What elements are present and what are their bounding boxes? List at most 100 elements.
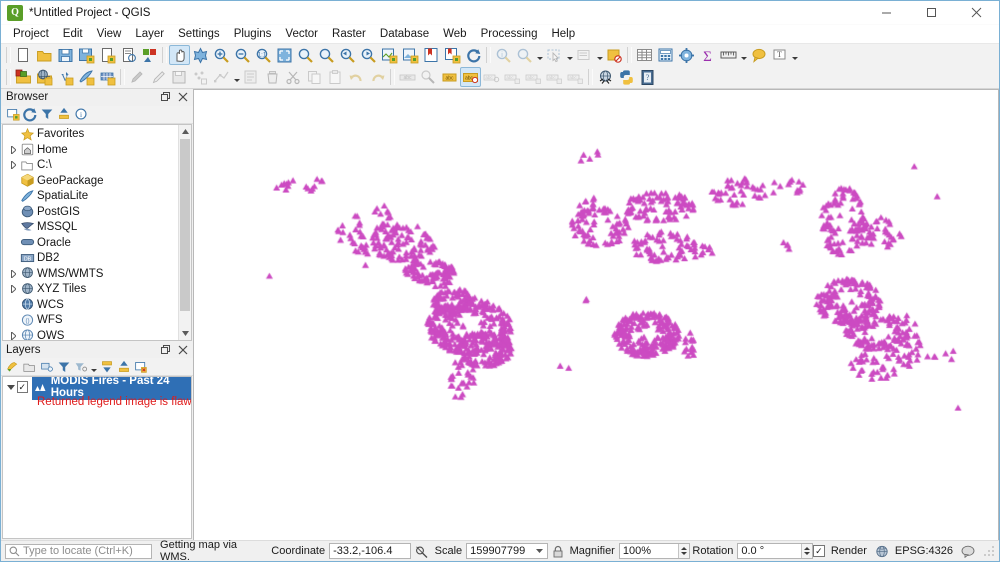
collapse-all-icon[interactable] xyxy=(115,358,132,375)
coordinate-input[interactable]: -33.2,-106.4 xyxy=(329,543,411,559)
browser-item-home[interactable]: Home xyxy=(3,142,191,158)
redo-icon[interactable] xyxy=(367,67,388,87)
topology-checker-icon[interactable]: abc xyxy=(439,67,460,87)
processing-toolbox-icon[interactable] xyxy=(676,45,697,65)
browser-item-geopackage[interactable]: GeoPackage xyxy=(3,173,191,189)
menu-item-layer[interactable]: Layer xyxy=(128,25,171,43)
new-3d-map-view-icon[interactable] xyxy=(400,45,421,65)
close-button[interactable] xyxy=(954,1,999,25)
save-project-as-icon[interactable] xyxy=(76,45,97,65)
browser-item-c[interactable]: C:\ xyxy=(3,158,191,174)
add-spatialite-layer-icon[interactable] xyxy=(76,67,97,87)
measure-dropdown-arrow[interactable] xyxy=(739,45,748,65)
georeferencer-icon[interactable]: abc xyxy=(397,67,418,87)
browser-item-ows[interactable]: OWS xyxy=(3,328,191,340)
select-features-icon[interactable] xyxy=(544,45,565,65)
add-wms-icon[interactable]: abc xyxy=(502,67,523,87)
zoom-out-icon[interactable] xyxy=(232,45,253,65)
zoom-next-icon[interactable] xyxy=(358,45,379,65)
add-xyz-icon[interactable]: abc xyxy=(565,67,586,87)
offline-editing-icon[interactable] xyxy=(418,67,439,87)
chevron-right-icon[interactable] xyxy=(7,329,19,340)
select-value-icon[interactable] xyxy=(604,45,625,65)
resize-grip[interactable] xyxy=(983,545,995,557)
menu-item-raster[interactable]: Raster xyxy=(325,25,373,43)
field-calculator-icon[interactable] xyxy=(655,45,676,65)
filter-legend-expression-icon[interactable] xyxy=(72,358,89,375)
open-attribute-table-icon[interactable] xyxy=(634,45,655,65)
browser-item-spatialite[interactable]: SpatiaLite xyxy=(3,189,191,205)
render-checkbox[interactable]: ✓ xyxy=(812,545,825,557)
vertex-tool-icon[interactable] xyxy=(211,67,232,87)
new-map-view-icon[interactable] xyxy=(379,45,400,65)
layers-tree[interactable]: ✓ MODIS Fires - Past 24 Hours Returned l… xyxy=(2,376,192,539)
menu-item-help[interactable]: Help xyxy=(544,25,582,43)
new-bookmark-icon[interactable] xyxy=(442,45,463,65)
menu-item-edit[interactable]: Edit xyxy=(56,25,90,43)
zoom-selection-icon[interactable] xyxy=(295,45,316,65)
modify-attributes-icon[interactable] xyxy=(241,67,262,87)
messages-icon[interactable] xyxy=(961,545,975,558)
maximize-button[interactable] xyxy=(909,1,954,25)
add-wcs-icon[interactable]: abc xyxy=(544,67,565,87)
current-edits-icon[interactable] xyxy=(127,67,148,87)
add-vector-layer-icon[interactable]: V xyxy=(55,67,76,87)
refresh-icon[interactable] xyxy=(463,45,484,65)
browser-item-oracle[interactable]: Oracle xyxy=(3,235,191,251)
layers-close-icon[interactable] xyxy=(176,342,190,357)
pan-to-selection-icon[interactable] xyxy=(190,45,211,65)
add-mesh-layer-icon[interactable] xyxy=(97,67,118,87)
zoom-native-icon[interactable]: 1:1 xyxy=(253,45,274,65)
enable-properties-icon[interactable]: i xyxy=(72,106,89,123)
new-print-layout-icon[interactable] xyxy=(97,45,118,65)
filter-legend-icon[interactable] xyxy=(55,358,72,375)
browser-item-wcs[interactable]: WCS xyxy=(3,297,191,313)
browser-item-db2[interactable]: DB DB2 xyxy=(3,251,191,267)
zoom-in-icon[interactable] xyxy=(211,45,232,65)
locator-search-input[interactable]: Type to locate (Ctrl+K) xyxy=(5,543,153,559)
scroll-up-icon[interactable] xyxy=(179,125,191,138)
delete-selected-icon[interactable] xyxy=(262,67,283,87)
map-canvas[interactable] xyxy=(194,90,998,540)
show-bookmarks-icon[interactable] xyxy=(421,45,442,65)
plugins-globe-icon[interactable] xyxy=(595,67,616,87)
browser-scrollbar[interactable] xyxy=(178,124,191,340)
zoom-layer-icon[interactable] xyxy=(316,45,337,65)
save-layer-edits-icon[interactable] xyxy=(169,67,190,87)
select-features-dropdown-arrow[interactable] xyxy=(565,45,574,65)
layer-expand-icon[interactable] xyxy=(6,380,17,394)
add-feature-icon[interactable] xyxy=(190,67,211,87)
magnifier-stepper[interactable] xyxy=(678,544,690,558)
menu-item-settings[interactable]: Settings xyxy=(171,25,227,43)
statistical-summary-icon[interactable]: Σ xyxy=(697,45,718,65)
style-manager-icon[interactable] xyxy=(139,45,160,65)
filter-browser-icon[interactable] xyxy=(38,106,55,123)
lock-scale-icon[interactable] xyxy=(552,545,564,558)
menu-item-processing[interactable]: Processing xyxy=(474,25,545,43)
refresh-icon[interactable] xyxy=(21,106,38,123)
measure-line-dropdown-arrow[interactable] xyxy=(535,45,544,65)
deselect-features-dropdown-arrow[interactable] xyxy=(595,45,604,65)
menu-item-view[interactable]: View xyxy=(90,25,129,43)
map-canvas-container[interactable] xyxy=(193,89,999,540)
toggle-extents-icon[interactable] xyxy=(415,545,429,558)
browser-item-wms-wmts[interactable]: WMS/WMTS xyxy=(3,266,191,282)
crs-globe-icon[interactable] xyxy=(875,545,889,558)
vertex-tool-dropdown-arrow[interactable] xyxy=(232,67,241,87)
layers-float-icon[interactable] xyxy=(159,342,173,357)
remove-layer-icon[interactable] xyxy=(132,358,149,375)
annotation-layer-icon[interactable]: abc xyxy=(481,67,502,87)
new-text-annotation-dropdown-arrow[interactable] xyxy=(790,45,799,65)
zoom-last-icon[interactable] xyxy=(337,45,358,65)
manage-map-themes-icon[interactable] xyxy=(38,358,55,375)
menu-item-database[interactable]: Database xyxy=(373,25,436,43)
add-group-icon[interactable] xyxy=(21,358,38,375)
menu-item-web[interactable]: Web xyxy=(436,25,473,43)
undo-icon[interactable] xyxy=(346,67,367,87)
layout-manager-icon[interactable] xyxy=(118,45,139,65)
add-wfs-icon[interactable]: abc xyxy=(523,67,544,87)
menu-item-vector[interactable]: Vector xyxy=(278,25,325,43)
browser-close-icon[interactable] xyxy=(176,90,190,105)
crs-label[interactable]: EPSG:4326 xyxy=(895,545,953,557)
browser-item-postgis[interactable]: PostGIS xyxy=(3,204,191,220)
